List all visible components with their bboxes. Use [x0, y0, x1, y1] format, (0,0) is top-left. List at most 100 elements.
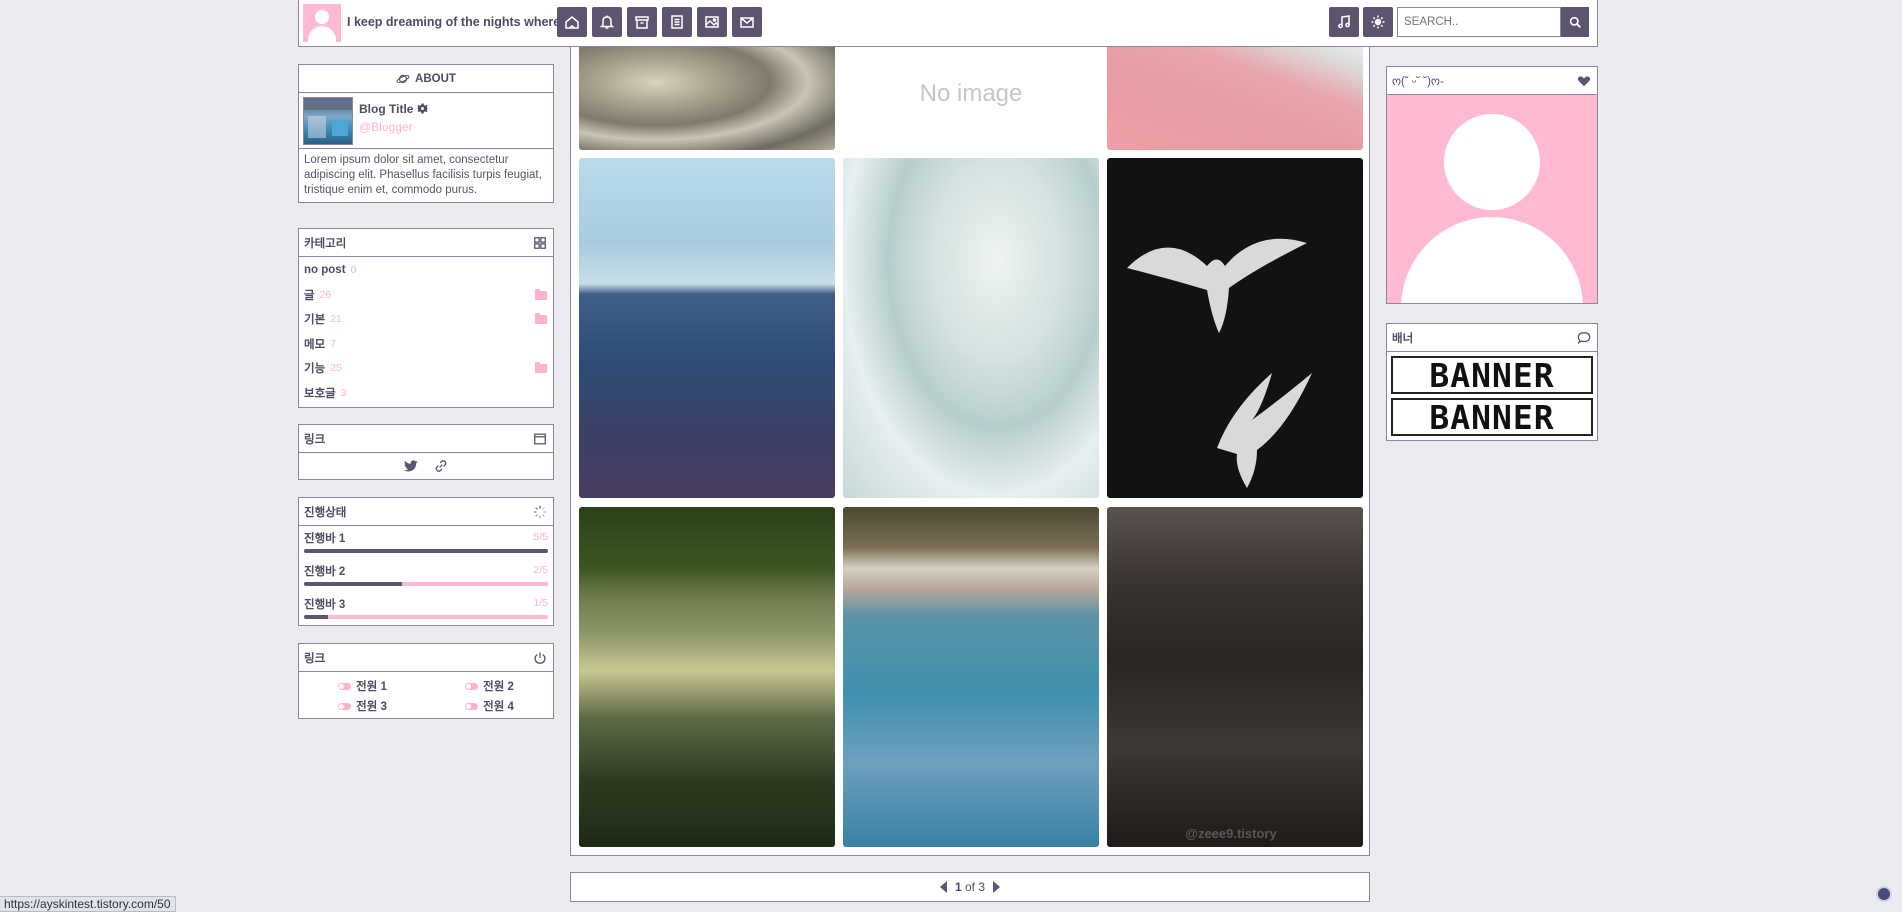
toggle-icon[interactable] — [465, 702, 479, 710]
gallery-item-white-doves[interactable] — [1107, 158, 1363, 498]
gallery-item-sea-foam[interactable] — [843, 158, 1099, 498]
guestbook-button[interactable] — [662, 7, 692, 37]
banner-item[interactable]: BANNER — [1391, 398, 1593, 437]
pagination: 1 of 3 — [570, 872, 1370, 902]
power-list: 전원 1 전원 2 전원 3 전원 4 — [299, 672, 553, 718]
gallery: No image @zeee9.tistory — [570, 47, 1370, 856]
category-item-no-post[interactable]: no post 0 — [299, 258, 553, 283]
progress-header: 진행상태 — [299, 498, 553, 526]
home-icon — [565, 16, 579, 29]
twitter-icon[interactable] — [404, 460, 418, 472]
mail-button[interactable] — [732, 7, 762, 37]
prev-page-icon[interactable] — [939, 881, 947, 893]
mail-icon — [740, 17, 754, 28]
folder-icon[interactable] — [535, 313, 547, 324]
about-profile: Blog Title @Blogger — [299, 93, 553, 149]
dove-image — [1127, 238, 1312, 488]
links-title: 링크 — [304, 433, 326, 446]
link-icons — [299, 453, 553, 479]
blogger-handle[interactable]: @Blogger — [359, 120, 428, 134]
site-title[interactable]: I keep dreaming of the nights where. — [347, 15, 564, 29]
window-icon — [534, 433, 546, 445]
category-item-protected[interactable]: 보호글 3 — [299, 381, 553, 406]
blog-thumbnail[interactable] — [303, 97, 353, 145]
progress-item: 진행바 3 1/5 — [299, 592, 553, 625]
folder-icon[interactable] — [535, 362, 547, 373]
links-header: 링크 — [299, 425, 553, 453]
progress-fill — [304, 549, 548, 553]
progress-track — [304, 549, 548, 553]
gallery-item-water-ripples[interactable] — [579, 47, 835, 150]
document-icon — [671, 15, 683, 29]
progress-item: 진행바 2 2/5 — [299, 559, 553, 592]
archive-icon — [635, 16, 649, 29]
power-item-3[interactable]: 전원 3 — [299, 696, 426, 716]
toggle-icon[interactable] — [338, 702, 352, 710]
progress-label: 진행바 2 — [304, 566, 346, 578]
progress-title: 진행상태 — [304, 506, 347, 519]
gallery-item-ocean[interactable] — [579, 158, 835, 498]
music-button[interactable] — [1329, 7, 1359, 37]
power-icon — [534, 652, 546, 664]
gallery-item-pond[interactable] — [579, 507, 835, 847]
progress-label: 진행바 3 — [304, 599, 346, 611]
progress-item: 진행바 1 5/5 — [299, 526, 553, 559]
about-header: ABOUT — [299, 65, 553, 93]
next-page-icon[interactable] — [993, 881, 1001, 893]
category-item-basic[interactable]: 기본 21 — [299, 307, 553, 332]
banner-item[interactable]: BANNER — [1391, 356, 1593, 395]
theme-toggle-button[interactable] — [1363, 7, 1393, 37]
banner-header: 배너 — [1387, 324, 1597, 352]
progress-track — [304, 582, 548, 586]
gallery-button[interactable] — [697, 7, 727, 37]
category-item-post[interactable]: 글 26 — [299, 283, 553, 308]
blog-title[interactable]: Blog Title — [359, 102, 428, 116]
planet-icon — [396, 74, 410, 83]
power-item-2[interactable]: 전원 2 — [426, 676, 553, 696]
banner-list: BANNER BANNER — [1387, 356, 1597, 440]
category-item-feature[interactable]: 기능 25 — [299, 356, 553, 381]
category-item-memo[interactable]: 메모 7 — [299, 332, 553, 357]
category-list: no post 0 글 26 기본 21 메모 7 기능 25 보호글 3 — [299, 257, 553, 407]
banner-widget: 배너 BANNER BANNER — [1386, 323, 1598, 441]
gallery-item-pool[interactable] — [843, 507, 1099, 847]
watermark: @zeee9.tistory — [1185, 826, 1277, 841]
progress-value: 1/5 — [533, 597, 548, 609]
profile-avatar[interactable] — [1387, 95, 1597, 303]
banner-title: 배너 — [1392, 332, 1414, 345]
progress-label: 진행바 1 — [304, 533, 346, 545]
notification-button[interactable] — [592, 7, 622, 37]
power-item-4[interactable]: 전원 4 — [426, 696, 553, 716]
power-item-1[interactable]: 전원 1 — [299, 676, 426, 696]
search-button[interactable] — [1561, 7, 1589, 37]
header-avatar[interactable] — [303, 4, 341, 42]
sun-icon — [1371, 15, 1385, 29]
progress-track — [304, 615, 548, 619]
gallery-item-pink-beach[interactable] — [1107, 47, 1363, 150]
archive-button[interactable] — [627, 7, 657, 37]
folder-icon[interactable] — [535, 288, 547, 300]
top-bar: I keep dreaming of the nights where. — [298, 0, 1598, 47]
home-button[interactable] — [557, 7, 587, 37]
profile-header: ო(˘ ᵕ˘ ˘)ო- — [1387, 67, 1597, 95]
current-page: 1 — [954, 880, 962, 894]
category-header: 카테고리 — [299, 229, 553, 257]
progress-fill — [304, 582, 402, 586]
profile-title: ო(˘ ᵕ˘ ˘)ო- — [1392, 75, 1444, 88]
category-widget: 카테고리 no post 0 글 26 기본 21 메모 7 기능 25 보호글 3 — [298, 228, 554, 408]
heart-icon[interactable] — [1577, 74, 1591, 88]
no-image-placeholder[interactable]: No image — [843, 47, 1099, 150]
profile-widget: ო(˘ ᵕ˘ ˘)ო- — [1386, 66, 1598, 304]
about-title: ABOUT — [415, 72, 456, 85]
music-icon — [1338, 15, 1350, 29]
links-widget: 링크 — [298, 424, 554, 480]
search-input[interactable] — [1397, 7, 1561, 37]
floating-widget-icon[interactable] — [1876, 886, 1892, 902]
toggle-icon[interactable] — [338, 682, 352, 690]
loading-icon — [533, 505, 547, 519]
gallery-item-night-drive[interactable]: @zeee9.tistory — [1107, 507, 1363, 847]
link-icon[interactable] — [434, 459, 448, 473]
gear-icon[interactable] — [417, 103, 428, 114]
magnifier-icon — [1569, 16, 1581, 28]
toggle-icon[interactable] — [465, 682, 479, 690]
